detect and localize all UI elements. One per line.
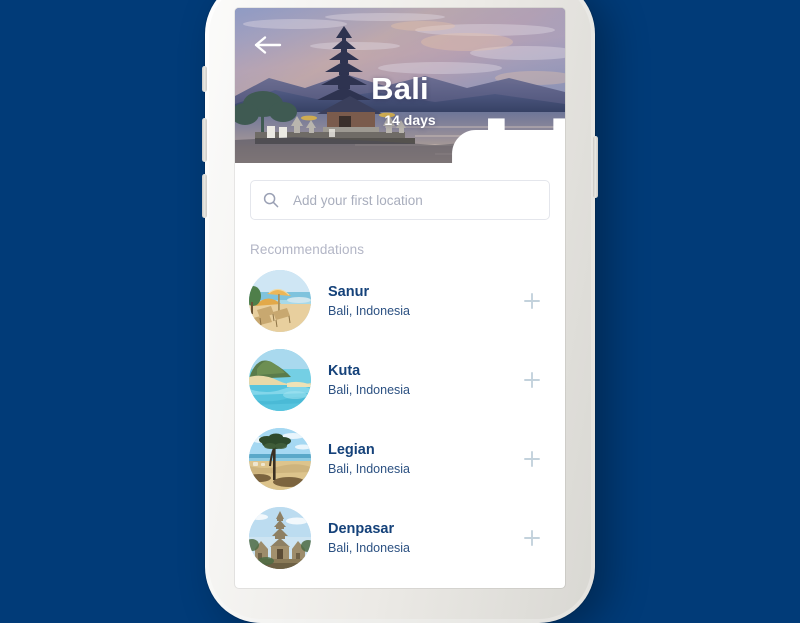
add-location-button[interactable]	[519, 525, 545, 551]
arrow-left-icon	[254, 36, 282, 54]
phone-screen: Bali 14 days Add your first location Rec…	[235, 8, 565, 588]
location-text: Kuta Bali, Indonesia	[328, 362, 519, 398]
location-region: Bali, Indonesia	[328, 461, 411, 476]
location-thumbnail	[249, 427, 311, 490]
headland-bay-beach-image	[249, 348, 311, 411]
search-box[interactable]	[250, 180, 550, 220]
location-region: Bali, Indonesia	[328, 303, 411, 318]
search-icon	[263, 192, 279, 208]
location-name: Sanur	[328, 283, 370, 300]
beach-umbrella-loungers-image	[249, 269, 311, 332]
add-location-button[interactable]	[519, 288, 545, 314]
screenshot-canvas: Bali 14 days Add your first location Rec…	[0, 0, 800, 623]
location-text: Legian Bali, Indonesia	[328, 441, 519, 477]
phone-device: Bali 14 days Add your first location Rec…	[202, 0, 598, 623]
trip-duration-label: 14 days	[384, 112, 436, 128]
plus-icon	[524, 450, 540, 467]
list-item[interactable]: Legian Bali, Indonesia	[235, 419, 565, 498]
location-thumbnail	[249, 348, 311, 411]
calendar-icon	[364, 114, 565, 163]
search-section	[235, 163, 565, 220]
search-input[interactable]	[291, 191, 537, 209]
back-button[interactable]	[251, 30, 285, 60]
plus-icon	[524, 529, 540, 546]
plus-icon	[524, 371, 540, 388]
location-name: Kuta	[328, 362, 361, 379]
hero-caption: Bali 14 days	[235, 71, 565, 163]
list-item[interactable]: Kuta Bali, Indonesia	[235, 340, 565, 419]
location-name: Denpasar	[328, 520, 395, 537]
location-name: Legian	[328, 441, 375, 458]
location-thumbnail	[249, 269, 311, 332]
volume-up-button[interactable]	[202, 118, 207, 162]
location-thumbnail	[249, 506, 311, 569]
hero-header: Bali 14 days	[235, 8, 565, 163]
location-text: Denpasar Bali, Indonesia	[328, 520, 519, 556]
plus-icon	[524, 292, 540, 309]
list-item[interactable]: Denpasar Bali, Indonesia	[235, 498, 565, 577]
location-region: Bali, Indonesia	[328, 540, 411, 555]
recommendations-label: Recommendations	[250, 242, 365, 257]
location-region: Bali, Indonesia	[328, 382, 411, 397]
page-title: Bali	[371, 71, 429, 106]
add-location-button[interactable]	[519, 367, 545, 393]
beach-tree-sand-image	[249, 427, 311, 490]
volume-down-button[interactable]	[202, 174, 207, 218]
list-item[interactable]: Sanur Bali, Indonesia	[235, 261, 565, 340]
trip-duration: 14 days	[235, 112, 565, 163]
stone-temple-image	[249, 506, 311, 569]
recommendations-list: Sanur Bali, Indonesia Kuta Bali, Indones…	[235, 261, 565, 588]
location-text: Sanur Bali, Indonesia	[328, 283, 519, 319]
add-location-button[interactable]	[519, 446, 545, 472]
silent-switch-button[interactable]	[202, 66, 207, 92]
power-button[interactable]	[593, 136, 598, 198]
